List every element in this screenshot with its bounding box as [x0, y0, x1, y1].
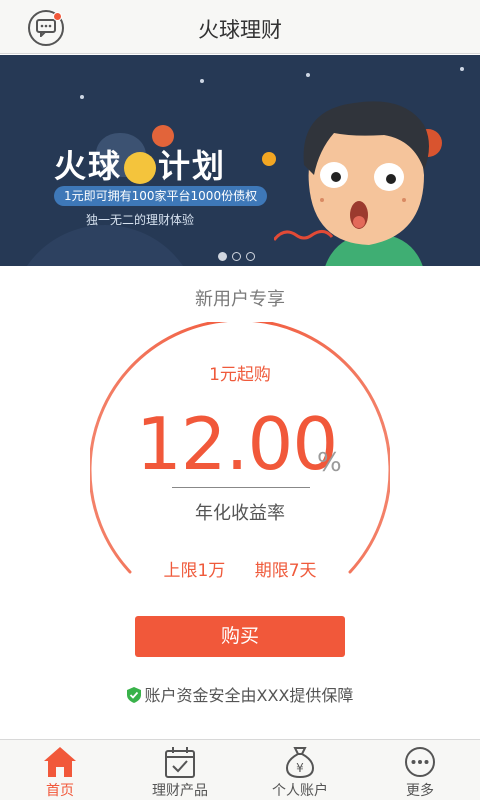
top-bar: 火球理财: [0, 0, 480, 54]
app-screen: 火球理财 火球计划 1元即可拥有100家平台1000份债权 独一无二的理财体验: [0, 0, 480, 800]
home-icon: [44, 747, 76, 777]
tab-products[interactable]: 理财产品: [120, 740, 240, 800]
security-note: 账户资金安全由XXX提供保障: [0, 682, 480, 706]
tab-home[interactable]: 首页: [0, 740, 120, 800]
tab-more[interactable]: 更多: [360, 740, 480, 800]
banner-subtitle: 独一无二的理财体验: [86, 213, 195, 227]
cartoon-character-illustration: [274, 101, 429, 266]
banner-title-left: 火球: [54, 147, 123, 185]
banner-title: 火球 计划: [54, 141, 226, 187]
tab-label: 个人账户: [272, 783, 328, 799]
fireball-icon: [124, 152, 157, 184]
carousel-dot[interactable]: [232, 252, 241, 261]
annual-rate-label: 年化收益率: [195, 503, 285, 524]
carousel-dot[interactable]: [218, 252, 227, 261]
section-title: 新用户专享: [195, 289, 285, 310]
carousel-dot[interactable]: [246, 252, 255, 261]
annual-rate-value: 12.00: [136, 402, 338, 486]
bottom-tab-bar: 首页 理财产品 ¥ 个人账户 更多: [0, 739, 480, 800]
more-icon: [405, 747, 435, 777]
shield-check-icon: [126, 687, 141, 703]
buy-button[interactable]: 购买: [135, 616, 345, 657]
calendar-check-icon: [165, 747, 195, 778]
banner-title-right: 计划: [158, 147, 227, 185]
term-label: 期限7天: [254, 561, 317, 581]
planet-decoration: [10, 225, 200, 266]
tab-label: 更多: [406, 783, 434, 799]
rate-unit: %: [317, 448, 342, 478]
product-terms: 上限1万 期限7天: [0, 556, 480, 581]
tab-label: 首页: [46, 783, 74, 799]
page-title: 火球理财: [198, 18, 282, 42]
promo-banner[interactable]: 火球 计划 1元即可拥有100家平台1000份债权 独一无二的理财体验: [0, 55, 480, 266]
tab-label: 理财产品: [152, 783, 208, 799]
tab-account[interactable]: ¥ 个人账户: [240, 740, 360, 800]
min-purchase-label: 1元起购: [209, 365, 271, 385]
upper-limit-label: 上限1万: [163, 561, 226, 581]
divider: [172, 487, 310, 488]
banner-pill: 1元即可拥有100家平台1000份债权: [54, 186, 268, 206]
carousel-indicator: [218, 252, 255, 261]
security-note-text: 账户资金安全由XXX提供保障: [144, 686, 354, 705]
star-decoration: [200, 79, 204, 83]
star-decoration: [80, 95, 84, 99]
star-decoration: [306, 73, 310, 77]
svg-text:¥: ¥: [296, 761, 304, 775]
star-decoration: [460, 67, 464, 71]
money-bag-icon: ¥: [285, 747, 315, 778]
